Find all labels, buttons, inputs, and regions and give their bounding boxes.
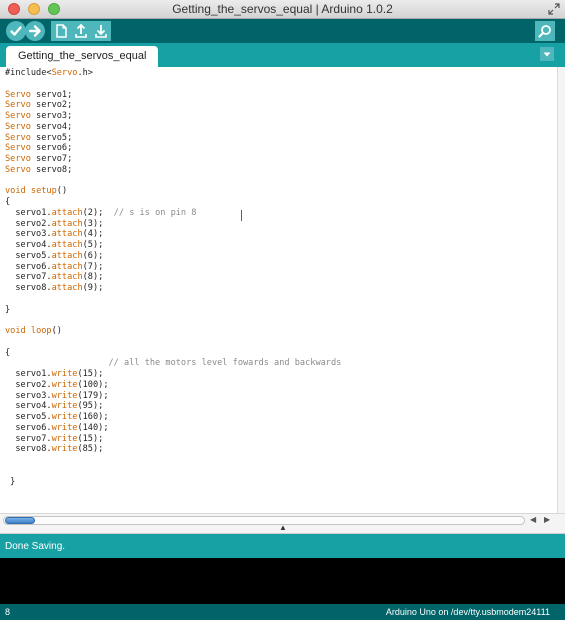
code-line: } [5,476,16,487]
text-caret [241,210,242,221]
line-number: 8 [5,607,11,617]
status-message: Done Saving. [5,541,66,552]
save-icon [95,25,107,38]
tab-getting-the-servos-equal[interactable]: Getting_the_servos_equal [6,46,159,67]
code-line: Servo servo3; [5,111,73,121]
code-line: // all the motors level fowards and back… [108,358,342,369]
code-line: servo7.attach(8); [5,272,104,283]
console-output[interactable] [0,558,565,604]
footer-bar: 8 Arduino Uno on /dev/tty.usbmodem24111 [0,604,565,620]
code-line: servo2.attach(3); [5,218,104,229]
serial-monitor-icon [538,25,551,38]
scroll-right-arrow-icon[interactable]: ▶ [544,515,550,524]
code-line: servo5.write(160); [5,412,109,422]
code-line: { [5,197,11,207]
board-port-label: Arduino Uno on /dev/tty.usbmodem24111 [385,607,550,617]
code-line: Servo servo1; [5,89,73,100]
verify-icon [10,26,22,36]
open-icon [75,23,87,38]
upload-button[interactable] [25,21,45,41]
code-line: servo1.write(15); [5,369,104,379]
code-line: servo4.write(95); [5,401,104,412]
horizontal-scroll-thumb[interactable] [5,517,35,524]
code-line: servo6.attach(7); [5,261,104,272]
chevron-down-icon [543,52,551,57]
code-line: servo3.write(179); [5,390,109,401]
scroll-left-arrow-icon[interactable]: ◀ [530,515,536,524]
toolbar [0,19,565,43]
code-line: servo5.attach(6); [5,250,104,261]
status-bar: Done Saving. [0,534,565,558]
code-line: servo7.write(15); [5,433,104,444]
title-bar: Getting_the_servos_equal | Arduino 1.0.2 [0,0,565,19]
tab-bar: Getting_the_servos_equal [0,43,565,67]
code-line: Servo servo8; [5,164,73,175]
code-line: servo8.attach(9); [5,283,104,293]
code-line: servo3.attach(4); [5,229,104,240]
new-button[interactable] [51,21,71,41]
code-line: servo2.write(100); [5,379,109,390]
code-line: servo8.write(85); [5,444,104,455]
save-button[interactable] [91,21,111,41]
code-line: } [5,304,11,315]
divider-grip-icon[interactable]: ▲ [279,523,287,532]
code-line: servo6.write(140); [5,422,109,433]
panel-divider[interactable]: ▲ [0,523,565,534]
vertical-scrollbar[interactable] [557,67,565,513]
fullscreen-icon[interactable] [548,3,560,15]
code-editor[interactable]: #include<Servo.h> Servo servo1; Servo serv… [0,67,557,513]
serial-monitor-button[interactable] [535,21,555,41]
open-button[interactable] [71,21,91,41]
code-line: servo4.attach(5); [5,240,104,250]
horizontal-scroll-track[interactable] [3,516,525,525]
code-line: Servo servo4; [5,121,73,132]
upload-icon [28,25,41,37]
code-line: void loop() [5,326,62,336]
code-line: void setup() [5,186,68,197]
code-line: Servo servo2; [5,100,73,111]
code-line: servo1.attach(2); // s is on pin 8 [5,207,197,218]
code-line: #include<Servo.h> [5,68,93,78]
code-line: Servo servo5; [5,132,73,143]
code-line: Servo servo7; [5,154,73,164]
arduino-ide-window: Getting_the_servos_equal | Arduino 1.0.2 [0,0,565,620]
code-line: { [5,347,11,358]
tab-menu-button[interactable] [540,47,554,61]
new-icon [56,24,67,38]
window-title: Getting_the_servos_equal | Arduino 1.0.2 [172,2,393,16]
code-line: Servo servo6; [5,143,73,154]
verify-button[interactable] [6,21,26,41]
